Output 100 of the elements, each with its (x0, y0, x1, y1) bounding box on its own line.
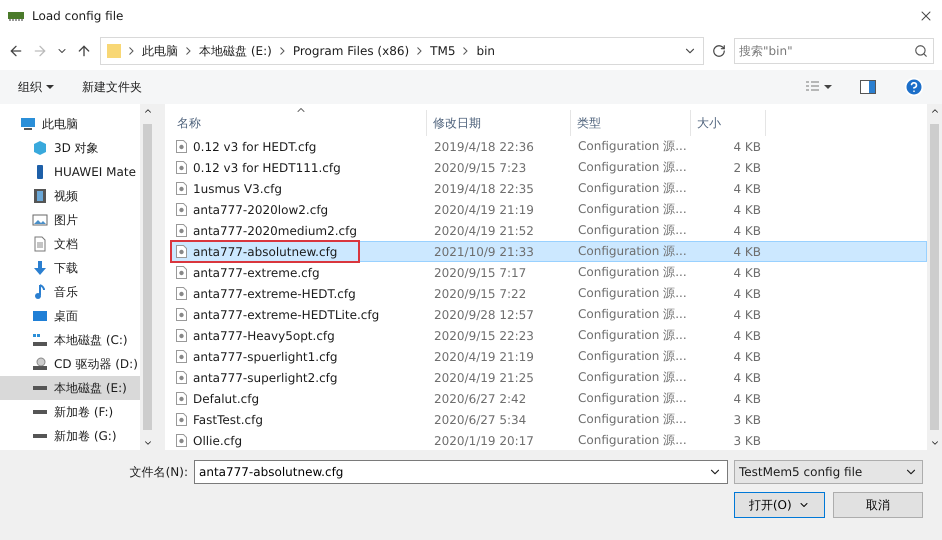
cancel-button[interactable]: 取消 (832, 492, 923, 518)
folder-icon (107, 43, 121, 59)
sidebar-item[interactable]: 音乐 (0, 280, 140, 304)
file-name: anta777-2020medium2.cfg (193, 224, 357, 238)
view-options-icon[interactable] (806, 81, 832, 93)
filename-label: 文件名(N): (128, 464, 188, 480)
sidebar-item[interactable]: 本地磁盘 (E:) (0, 376, 140, 400)
desktop-icon (32, 308, 48, 324)
open-button[interactable]: 打开(O) (734, 492, 824, 518)
new-folder-button[interactable]: 新建文件夹 (82, 78, 142, 96)
down-arrow-icon (32, 260, 48, 276)
date-cell-text: 2020/1/19 20:17 (433, 434, 535, 448)
file-row[interactable]: anta777-2020medium2.cfg 2020/4/19 21:52 Configuration 源... 4 KB (171, 220, 927, 241)
filename-field[interactable]: anta777-absolutnew.cfg (194, 460, 728, 484)
file-row[interactable]: 0.12 v3 for HEDT111.cfg 2020/9/15 7:23 Configuration 源... 2 KB (171, 157, 927, 178)
chevron-right-icon (129, 47, 134, 55)
sidebar-item[interactable]: CD 驱动器 (D:) (0, 352, 140, 376)
help-icon[interactable] (904, 77, 924, 97)
file-name: anta777-extreme-HEDTLite.cfg (193, 308, 380, 322)
file-row[interactable]: FastTest.cfg 2020/6/27 5:34 Configuration 源... 3 KB (171, 409, 927, 430)
sidebar-item[interactable]: 文档 (0, 232, 140, 256)
column-header[interactable]: 大小 (691, 110, 766, 136)
preview-pane-icon[interactable] (860, 80, 876, 94)
file-name: anta777-Heavy5opt.cfg (193, 328, 335, 342)
back-icon[interactable] (8, 43, 24, 59)
file-row[interactable]: anta777-Heavy5opt.cfg 2020/9/15 22:23 Configuration 源... 4 KB (171, 325, 927, 346)
file-name: anta777-extreme.cfg (193, 266, 320, 280)
disc-drive-icon (32, 356, 48, 372)
window-title: Load config file (32, 9, 124, 23)
sidebar-item[interactable]: 图片 (0, 208, 140, 232)
file-name: anta777-superlight2.cfg (193, 370, 338, 384)
cube-icon (32, 140, 48, 156)
sidebar-item[interactable]: 3D 对象 (0, 136, 140, 160)
file-row[interactable]: 0.12 v3 for HEDT.cfg 2019/4/18 22:36 Configuration 源... 4 KB (171, 136, 927, 157)
type-cell-text: Configuration 源... (577, 327, 688, 344)
sidebar-item[interactable]: 本地磁盘 (C:) (0, 328, 140, 352)
date-cell-text: 2020/6/27 2:42 (433, 392, 528, 406)
sidebar-item[interactable]: 此电脑 (0, 112, 140, 136)
sidebar-item[interactable]: HUAWEI Mate (0, 160, 140, 184)
drive-icon (32, 434, 48, 438)
breadcrumb[interactable]: 本地磁盘 (E:) (199, 42, 272, 60)
file-row[interactable]: anta777-2020low2.cfg 2020/4/19 21:19 Configuration 源... 4 KB (171, 199, 927, 220)
file-type-dropdown[interactable]: TestMem5 config file (734, 460, 923, 484)
file-name: FastTest.cfg (193, 412, 263, 426)
file-row[interactable]: anta777-extreme.cfg 2020/9/15 7:17 Configuration 源... 4 KB (171, 262, 927, 283)
address-bar[interactable]: 此电脑 本地磁盘 (E:) Program Files (x86) TM5 bin (100, 37, 704, 65)
date-cell-text: 2021/10/9 21:33 (433, 244, 535, 258)
sidebar-item[interactable]: 桌面 (0, 304, 140, 328)
drive-icon (32, 386, 48, 390)
gear-file-icon (176, 350, 187, 363)
file-name: anta777-2020low2.cfg (193, 202, 328, 216)
file-name: anta777-absolutnew.cfg (193, 244, 338, 258)
refresh-icon[interactable] (712, 44, 726, 58)
gear-file-icon (176, 371, 187, 384)
breadcrumb[interactable]: bin (476, 44, 496, 58)
file-row[interactable]: anta777-superlight2.cfg 2020/4/19 21:25 Configuration 源... 4 KB (171, 367, 927, 388)
sidebar-item[interactable]: 视频 (0, 184, 140, 208)
memory-chip-icon (8, 11, 24, 21)
scrollbar[interactable] (927, 104, 942, 450)
column-header[interactable]: 名称 (171, 110, 427, 136)
breadcrumb[interactable]: Program Files (x86) (292, 44, 410, 58)
gear-file-icon (176, 266, 187, 279)
sidebar-item[interactable]: 新加卷 (F:) (0, 400, 140, 424)
type-cell-text: Configuration 源... (577, 411, 688, 428)
date-cell-text: 2020/9/15 7:17 (433, 266, 528, 280)
breadcrumb[interactable]: 此电脑 (142, 42, 178, 60)
file-row[interactable]: anta777-absolutnew.cfg 2021/10/9 21:33 Configuration 源... 4 KB (171, 241, 927, 262)
organize-menu[interactable]: 组织 (18, 78, 54, 96)
sidebar-item[interactable]: 下载 (0, 256, 140, 280)
search-field[interactable]: 搜索"bin" (734, 38, 934, 64)
size-cell-text: 4 KB (732, 224, 762, 238)
size-cell-text: 4 KB (732, 244, 762, 258)
chevron-right-icon (417, 47, 422, 55)
gear-file-icon (176, 161, 187, 174)
type-cell-text: Configuration 源... (577, 243, 688, 260)
gear-file-icon (176, 224, 187, 237)
type-cell-text: Configuration 源... (577, 264, 688, 281)
file-row[interactable]: anta777-extreme-HEDT.cfg 2020/9/15 7:22 Configuration 源... 4 KB (171, 283, 927, 304)
file-name: anta777-extreme-HEDT.cfg (193, 286, 356, 300)
breadcrumb[interactable]: TM5 (430, 44, 456, 58)
date-cell-text: 2020/6/27 5:34 (433, 412, 528, 426)
type-cell-text: Configuration 源... (577, 180, 688, 197)
file-row[interactable]: anta777-spuerlight1.cfg 2020/4/19 21:19 Configuration 源... 4 KB (171, 346, 927, 367)
sidebar-item[interactable]: 新加卷 (G:) (0, 424, 140, 448)
file-row[interactable]: 1usmus V3.cfg 2019/4/18 22:35 Configuration 源... 4 KB (171, 178, 927, 199)
file-row[interactable]: Ollie.cfg 2020/1/19 20:17 Configuration 源... 3 KB (171, 430, 927, 451)
type-cell-text: Configuration 源... (577, 222, 688, 239)
music-note-icon (32, 284, 48, 300)
size-cell-text: 4 KB (732, 182, 762, 196)
size-cell-text: 4 KB (732, 266, 762, 280)
size-cell-text: 4 KB (732, 392, 762, 406)
file-name: Ollie.cfg (193, 434, 242, 448)
gear-file-icon (176, 245, 187, 258)
file-row[interactable]: anta777-extreme-HEDTLite.cfg 2020/9/28 12:57 Configuration 源... 4 KB (171, 304, 927, 325)
type-cell-text: Configuration 源... (577, 285, 688, 302)
file-row[interactable]: Defalut.cfg 2020/6/27 2:42 Configuration 源... 4 KB (171, 388, 927, 409)
column-header[interactable]: 类型 (571, 110, 691, 136)
film-icon (32, 188, 48, 204)
column-header[interactable]: 修改日期 (427, 110, 571, 136)
size-cell-text: 2 KB (732, 160, 762, 174)
